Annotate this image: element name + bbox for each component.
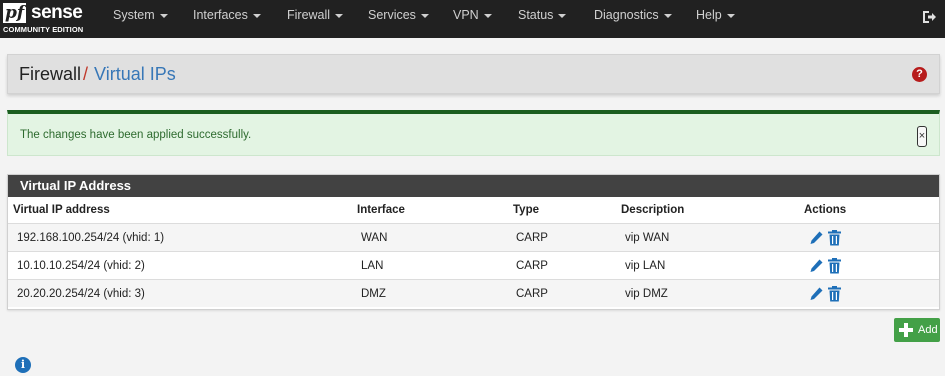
alert-message: The changes have been applied successful… <box>20 129 252 141</box>
vip-interface: WAN <box>361 232 388 244</box>
breadcrumb-firewall: Firewall <box>19 64 82 84</box>
nav-help[interactable]: Help <box>696 0 735 38</box>
row-actions <box>809 258 842 274</box>
plus-icon <box>899 323 913 337</box>
nav-vpn[interactable]: VPN <box>453 0 492 38</box>
caret-down-icon <box>558 13 567 18</box>
nav-firewall[interactable]: Firewall <box>287 0 344 38</box>
nav-services[interactable]: Services <box>368 0 429 38</box>
pfsense-logo[interactable]: pf sense COMMUNITY EDITION <box>3 2 91 35</box>
caret-down-icon <box>420 13 429 18</box>
add-button-label: Add <box>918 324 938 336</box>
vip-address: 20.20.20.254/24 (vhid: 3) <box>17 288 145 300</box>
col-type: Type <box>513 204 539 216</box>
top-navbar: pf sense COMMUNITY EDITION System Interf… <box>0 0 945 38</box>
close-icon[interactable]: × <box>917 126 927 147</box>
help-icon[interactable]: ? <box>912 67 927 82</box>
vip-description: vip DMZ <box>625 288 668 300</box>
table-header: Virtual IP address Interface Type Descri… <box>8 197 939 223</box>
vip-type: CARP <box>516 232 548 244</box>
vip-type: CARP <box>516 288 548 300</box>
trash-icon[interactable] <box>827 258 842 274</box>
caret-down-icon <box>726 13 735 18</box>
sign-out-icon[interactable] <box>921 9 937 25</box>
table-row: 20.20.20.254/24 (vhid: 3) DMZ CARP vip D… <box>8 279 939 307</box>
breadcrumb: Firewall / Virtual IPs ? <box>7 54 940 94</box>
caret-down-icon <box>159 13 168 18</box>
col-actions: Actions <box>804 204 847 216</box>
row-actions <box>809 286 842 302</box>
pencil-icon[interactable] <box>809 286 824 302</box>
col-description: Description <box>621 204 685 216</box>
caret-down-icon <box>483 13 492 18</box>
table-row: 192.168.100.254/24 (vhid: 1) WAN CARP vi… <box>8 223 939 251</box>
nav-status[interactable]: Status <box>518 0 567 38</box>
virtual-ip-panel: Virtual IP Address Virtual IP address In… <box>7 174 940 310</box>
table-row: 10.10.10.254/24 (vhid: 2) LAN CARP vip L… <box>8 251 939 279</box>
breadcrumb-virtual-ips[interactable]: Virtual IPs <box>94 64 176 84</box>
breadcrumb-separator: / <box>83 64 89 84</box>
panel-title: Virtual IP Address <box>8 175 939 197</box>
nav-system[interactable]: System <box>113 0 168 38</box>
trash-icon[interactable] <box>827 230 842 246</box>
caret-down-icon <box>335 13 344 18</box>
caret-down-icon <box>252 13 261 18</box>
vip-interface: LAN <box>361 260 384 272</box>
vip-description: vip LAN <box>625 260 666 272</box>
vip-address: 192.168.100.254/24 (vhid: 1) <box>17 232 165 244</box>
add-button[interactable]: Add <box>894 318 940 342</box>
vip-type: CARP <box>516 260 548 272</box>
logo-pf: pf <box>3 3 27 23</box>
info-icon[interactable]: i <box>15 357 31 373</box>
row-actions <box>809 230 842 246</box>
logo-edition: COMMUNITY EDITION <box>3 25 84 34</box>
nav-diagnostics[interactable]: Diagnostics <box>594 0 672 38</box>
pencil-icon[interactable] <box>809 258 824 274</box>
caret-down-icon <box>663 13 672 18</box>
nav-interfaces[interactable]: Interfaces <box>193 0 261 38</box>
vip-address: 10.10.10.254/24 (vhid: 2) <box>17 260 145 272</box>
vip-interface: DMZ <box>361 288 386 300</box>
trash-icon[interactable] <box>827 286 842 302</box>
logo-sense: sense <box>31 2 83 23</box>
col-interface: Interface <box>357 204 405 216</box>
pencil-icon[interactable] <box>809 230 824 246</box>
success-alert: The changes have been applied successful… <box>7 110 940 156</box>
col-virtual-ip: Virtual IP address <box>13 204 110 216</box>
vip-description: vip WAN <box>625 232 670 244</box>
